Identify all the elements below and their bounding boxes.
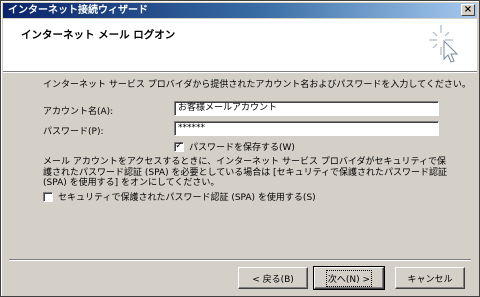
checkmark-icon: ✓	[175, 141, 183, 151]
title-bar: インターネット接続ウィザード ×	[3, 3, 477, 18]
password-label: パスワード(P):	[43, 127, 104, 137]
window-title: インターネット接続ウィザード	[8, 5, 148, 16]
cancel-button-label: キャンセル	[407, 274, 453, 285]
password-input[interactable]: ******	[174, 121, 439, 136]
save-password-checkbox[interactable]: ✓	[174, 141, 184, 152]
wizard-window: インターネット接続ウィザード × インターネット メール ログオン インターネッ…	[0, 0, 480, 297]
header-divider	[3, 72, 477, 73]
footer-divider	[9, 259, 471, 261]
next-button-label: 次へ(N) >	[325, 269, 373, 287]
save-password-option[interactable]: ✓ パスワードを保存する(W)	[174, 140, 295, 153]
intro-text: インターネット サービス プロバイダから提供されたアカウント名およびパスワードを…	[43, 80, 471, 90]
spa-description: メール アカウントをアクセスするときに、インターネット サービス プロバイダがセ…	[43, 157, 448, 188]
back-button-label: < 戻る(B)	[252, 274, 294, 285]
account-name-label: アカウント名(A):	[43, 107, 114, 117]
account-name-input[interactable]: お客様メールアカウント	[174, 101, 439, 116]
spa-checkbox[interactable]	[43, 191, 53, 202]
spa-option[interactable]: セキュリティで保護されたパスワード認証 (SPA) を使用する(S)	[43, 190, 316, 203]
save-password-label: パスワードを保存する(W)	[189, 143, 295, 153]
close-icon: ×	[463, 4, 473, 15]
page-title: インターネット メール ログオン	[21, 29, 176, 41]
back-button[interactable]: < 戻る(B)	[238, 267, 308, 289]
password-value: ******	[178, 123, 205, 133]
next-button[interactable]: 次へ(N) >	[313, 266, 385, 290]
wizard-header: インターネット メール ログオン	[3, 19, 477, 72]
spa-label: セキュリティで保護されたパスワード認証 (SPA) を使用する(S)	[58, 193, 316, 203]
account-name-value: お客様メールアカウント	[178, 103, 278, 113]
close-button[interactable]: ×	[461, 4, 475, 16]
wizard-sparkle-icon	[429, 25, 459, 63]
cancel-button[interactable]: キャンセル	[395, 267, 465, 289]
